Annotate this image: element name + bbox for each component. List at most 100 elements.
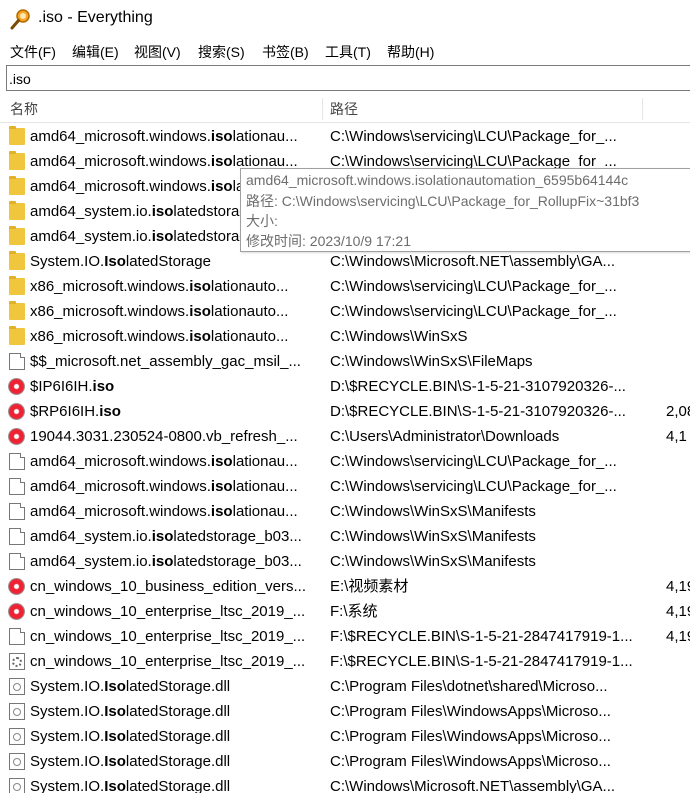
- menu-view[interactable]: 视图(V): [134, 42, 181, 62]
- column-divider[interactable]: [642, 98, 643, 120]
- menu-bookmarks[interactable]: 书签(B): [262, 42, 309, 62]
- tooltip-size: 大小:: [246, 213, 278, 229]
- match-highlight: Iso: [104, 703, 126, 720]
- result-row[interactable]: cn_windows_10_enterprise_ltsc_2019_... F:…: [0, 599, 690, 624]
- match-highlight: iso: [92, 378, 115, 395]
- file-icon: [9, 453, 25, 470]
- disc-image-icon: [8, 403, 25, 420]
- file-icon: [9, 478, 25, 495]
- dll-icon: [9, 753, 25, 770]
- match-highlight: iso: [151, 528, 174, 545]
- result-row[interactable]: amd64_microsoft.windows.isolationau... C:…: [0, 474, 690, 499]
- result-path: F:\$RECYCLE.BIN\S-1-5-21-2847417919-1...: [330, 628, 633, 645]
- result-path: E:\视频素材: [330, 578, 409, 595]
- result-path: C:\Windows\Microsoft.NET\assembly\GA...: [330, 778, 616, 793]
- result-path: C:\Program Files\WindowsApps\Microso...: [330, 703, 611, 720]
- result-row[interactable]: System.IO.IsolatedStorage.dll C:\Program …: [0, 699, 690, 724]
- window-title: .iso - Everything: [38, 9, 153, 26]
- result-row[interactable]: amd64_system.io.isolatedstorage_b03... C:…: [0, 524, 690, 549]
- result-row[interactable]: $$_microsoft.net_assembly_gac_msil_... C:…: [0, 349, 690, 374]
- result-row[interactable]: amd64_microsoft.windows.isolationau... C:…: [0, 124, 690, 149]
- match-highlight: iso: [99, 403, 121, 420]
- result-path: C:\Windows\servicing\LCU\Package_for_...: [330, 128, 617, 145]
- match-highlight: iso: [210, 503, 233, 520]
- tooltip-modified: 修改时间: 2023/10/9 17:21: [246, 233, 411, 249]
- result-path: C:\Program Files\WindowsApps\Microso...: [330, 728, 611, 745]
- result-row[interactable]: $RP6I6IH.iso D:\$RECYCLE.BIN\S-1-5-21-310…: [0, 399, 690, 424]
- result-row[interactable]: System.IO.IsolatedStorage C:\Windows\Micr…: [0, 249, 690, 274]
- result-row[interactable]: x86_microsoft.windows.isolationauto... C:…: [0, 299, 690, 324]
- title-bar: .iso - Everything: [0, 0, 690, 38]
- result-name: System.IO.IsolatedStorage.dll: [30, 753, 231, 770]
- column-header: 名称 路径: [0, 96, 690, 123]
- folder-icon: [9, 176, 25, 195]
- gear-file-icon: [9, 653, 25, 670]
- result-name: 19044.3031.230524-0800.vb_refresh_...: [30, 428, 298, 445]
- result-path: C:\Program Files\dotnet\shared\Microso..…: [330, 678, 608, 695]
- result-row[interactable]: cn_windows_10_enterprise_ltsc_2019_... F:…: [0, 649, 690, 674]
- result-name: amd64_microsoft.windows.isolationau...: [30, 478, 298, 495]
- result-name: cn_windows_10_enterprise_ltsc_2019_...: [30, 653, 306, 670]
- match-highlight: iso: [189, 328, 211, 345]
- column-path-header[interactable]: 路径: [330, 96, 358, 122]
- menu-search[interactable]: 搜索(S): [198, 42, 245, 62]
- result-row[interactable]: cn_windows_10_enterprise_ltsc_2019_... F:…: [0, 624, 690, 649]
- search-input[interactable]: [7, 66, 671, 92]
- result-row[interactable]: System.IO.IsolatedStorage.dll C:\Windows\…: [0, 774, 690, 793]
- file-icon: [9, 503, 25, 520]
- folder-icon: [9, 201, 25, 220]
- result-row[interactable]: System.IO.IsolatedStorage.dll C:\Program …: [0, 749, 690, 774]
- column-divider[interactable]: [322, 98, 323, 120]
- folder-icon: [9, 301, 25, 320]
- result-path: C:\Users\Administrator\Downloads: [330, 428, 560, 445]
- result-row[interactable]: x86_microsoft.windows.isolationauto... C:…: [0, 324, 690, 349]
- file-info-tooltip: amd64_microsoft.windows.isolationautomat…: [240, 168, 690, 252]
- result-name: x86_microsoft.windows.isolationauto...: [30, 278, 289, 295]
- disc-image-icon: [8, 428, 25, 445]
- disc-image-icon: [8, 603, 25, 620]
- file-icon: [9, 353, 25, 370]
- result-size: 4,19: [666, 578, 690, 595]
- result-size: 4,19: [666, 628, 690, 645]
- menu-edit[interactable]: 编辑(E): [72, 42, 119, 62]
- result-row[interactable]: cn_windows_10_business_edition_vers... E:…: [0, 574, 690, 599]
- result-name: $IP6I6IH.iso: [30, 378, 115, 395]
- menu-help[interactable]: 帮助(H): [387, 42, 434, 62]
- result-row[interactable]: $IP6I6IH.iso D:\$RECYCLE.BIN\S-1-5-21-310…: [0, 374, 690, 399]
- match-highlight: iso: [210, 453, 233, 470]
- result-name: amd64_microsoft.windows.isolationau...: [30, 128, 298, 145]
- result-row[interactable]: amd64_system.io.isolatedstorage_b03... C:…: [0, 549, 690, 574]
- result-path: C:\Windows\WinSxS\Manifests: [330, 528, 536, 545]
- search-box[interactable]: [6, 65, 690, 92]
- result-size: 4,19: [666, 603, 690, 620]
- result-path: C:\Windows\WinSxS\FileMaps: [330, 353, 533, 370]
- result-row[interactable]: System.IO.IsolatedStorage.dll C:\Program …: [0, 674, 690, 699]
- result-row[interactable]: amd64_microsoft.windows.isolationau... C:…: [0, 499, 690, 524]
- result-row[interactable]: System.IO.IsolatedStorage.dll C:\Program …: [0, 724, 690, 749]
- result-name: cn_windows_10_enterprise_ltsc_2019_...: [30, 603, 306, 620]
- result-name: System.IO.IsolatedStorage.dll: [30, 678, 231, 695]
- result-row[interactable]: x86_microsoft.windows.isolationauto... C:…: [0, 274, 690, 299]
- match-highlight: iso: [210, 153, 233, 170]
- menu-file[interactable]: 文件(F): [10, 42, 56, 62]
- result-row[interactable]: amd64_microsoft.windows.isolationau... C:…: [0, 449, 690, 474]
- result-name: cn_windows_10_business_edition_vers...: [30, 578, 307, 595]
- match-highlight: iso: [189, 278, 211, 295]
- column-name-header[interactable]: 名称: [10, 96, 38, 122]
- menu-tools[interactable]: 工具(T): [325, 42, 371, 62]
- result-row[interactable]: 19044.3031.230524-0800.vb_refresh_... C:\…: [0, 424, 690, 449]
- match-highlight: iso: [210, 178, 233, 195]
- match-highlight: Iso: [104, 778, 126, 793]
- result-path: D:\$RECYCLE.BIN\S-1-5-21-3107920326-...: [330, 403, 626, 420]
- tooltip-path: 路径: C:\Windows\servicing\LCU\Package_for…: [246, 193, 640, 209]
- result-name: cn_windows_10_enterprise_ltsc_2019_...: [30, 628, 306, 645]
- result-name: System.IO.IsolatedStorage.dll: [30, 703, 231, 720]
- result-path: C:\Windows\Microsoft.NET\assembly\GA...: [330, 253, 616, 270]
- result-name: amd64_microsoft.windows.isolationau...: [30, 503, 298, 520]
- match-highlight: Iso: [104, 253, 126, 270]
- disc-image-icon: [8, 578, 25, 595]
- result-name: x86_microsoft.windows.isolationauto...: [30, 328, 289, 345]
- match-highlight: iso: [151, 203, 174, 220]
- match-highlight: Iso: [104, 728, 126, 745]
- result-path: C:\Windows\servicing\LCU\Package_for_...: [330, 478, 617, 495]
